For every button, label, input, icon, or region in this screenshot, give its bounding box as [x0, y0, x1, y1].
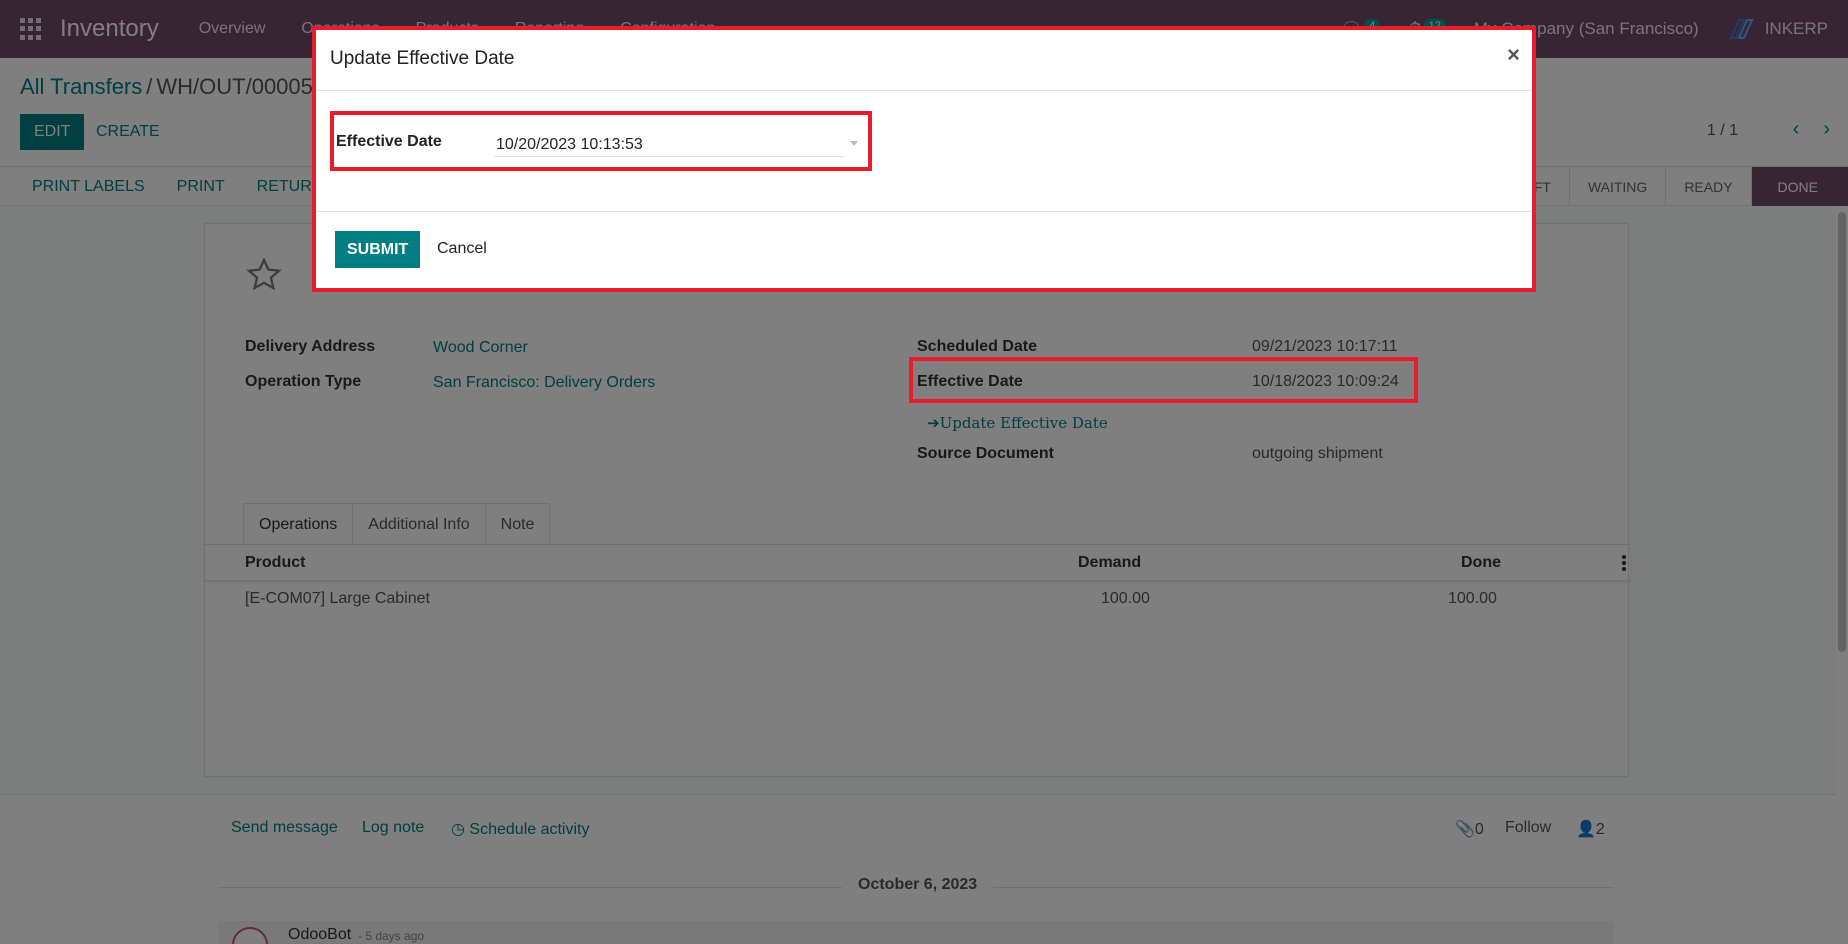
- cancel-button[interactable]: Cancel: [437, 240, 487, 258]
- modal-footer: SUBMIT Cancel: [316, 212, 1532, 288]
- modal-body: Effective Date: [316, 91, 1532, 212]
- modal-header: Update Effective Date ×: [316, 30, 1532, 91]
- effective-date-field: Effective Date: [330, 111, 872, 171]
- update-effective-date-dialog: Update Effective Date × Effective Date S…: [312, 26, 1536, 292]
- chevron-down-icon[interactable]: [850, 141, 858, 146]
- close-icon[interactable]: ×: [1507, 42, 1520, 68]
- submit-button[interactable]: SUBMIT: [335, 231, 421, 268]
- modal-title: Update Effective Date: [330, 48, 515, 69]
- effective-date-input[interactable]: [494, 127, 844, 157]
- effective-date-highlight: [909, 357, 1418, 403]
- effective-date-field-label: Effective Date: [336, 133, 442, 150]
